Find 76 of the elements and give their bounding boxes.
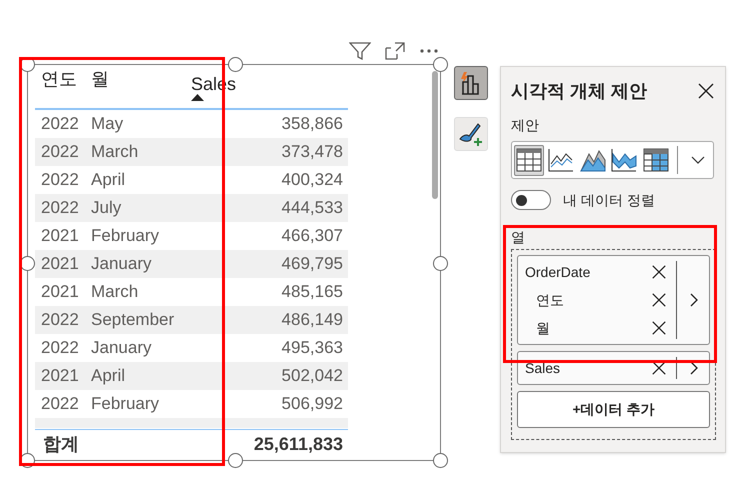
focus-mode-icon[interactable] <box>385 42 405 60</box>
line-chart-icon <box>548 148 574 172</box>
toggle-switch[interactable] <box>511 190 551 210</box>
table-cell-text: February <box>90 393 160 416</box>
sort-ascending-icon <box>191 94 204 101</box>
section-label: 제안 <box>511 116 540 135</box>
table-cell-text: 2022 <box>40 169 80 192</box>
chevron-right-icon[interactable] <box>689 360 699 376</box>
add-data-button[interactable]: +데이터 추가 <box>517 391 710 428</box>
field-card[interactable]: OrderDate 연도 월 <box>517 255 710 345</box>
format-visual-button[interactable] <box>454 117 488 151</box>
total-value: 25,611,833 <box>252 432 344 456</box>
table-cell-text: 485,165 <box>280 281 344 304</box>
table-cell-text: 466,307 <box>280 225 344 248</box>
chevron-down-icon <box>690 155 706 165</box>
field-name: OrderDate <box>525 262 590 282</box>
table-cell-text: 2021 <box>40 365 80 388</box>
column-header[interactable]: 연도 <box>35 65 85 108</box>
table-cell-text: 502,042 <box>280 365 344 388</box>
field-name: Sales <box>525 358 560 378</box>
table-cell-text: 444,533 <box>280 197 344 220</box>
table-cell-text: 506,992 <box>280 393 344 416</box>
remove-field-icon[interactable] <box>651 320 667 336</box>
table-icon <box>516 148 542 172</box>
table-cell-text: January <box>90 253 152 276</box>
well-label: 열 <box>511 229 526 245</box>
table-cell-text: 2022 <box>40 337 80 360</box>
chevron-right-icon[interactable] <box>689 292 699 308</box>
field-card[interactable]: Sales <box>517 351 710 385</box>
table-cell-text: July <box>90 197 122 220</box>
table-cell-text: April <box>90 169 126 192</box>
table-cell-text: September <box>90 309 176 332</box>
remove-field-icon[interactable] <box>651 360 667 376</box>
scrollbar-thumb[interactable] <box>432 71 438 199</box>
table-cell-text: April <box>90 365 126 388</box>
remove-field-icon[interactable] <box>651 264 667 280</box>
matrix-icon <box>643 148 670 172</box>
suggest-visual-button[interactable] <box>454 66 488 100</box>
column-header[interactable]: 월 <box>85 65 185 108</box>
table-cell-text: January <box>90 337 152 360</box>
table-cell-text: 469,795 <box>280 253 344 276</box>
table-cell-text: 2022 <box>40 197 80 220</box>
total-label: 합계 <box>42 432 80 456</box>
table-cell-text: February <box>90 225 160 248</box>
table-cell-text: May <box>90 113 124 136</box>
table-cell-text: 2021 <box>40 253 80 276</box>
resize-handle[interactable] <box>433 57 448 72</box>
table-cell-text: 2022 <box>40 141 80 164</box>
table-cell-text: 2021 <box>40 225 80 248</box>
stacked-area-chart-icon <box>611 148 638 172</box>
table-cell-text: 373,478 <box>280 141 344 164</box>
field-name: 연도 <box>536 290 564 310</box>
more-options-icon[interactable] <box>419 48 439 54</box>
resize-handle[interactable] <box>433 256 448 271</box>
table-cell-text: 2022 <box>40 309 80 332</box>
visual-suggestion[interactable] <box>514 144 544 176</box>
table-cell-text: March <box>90 141 140 164</box>
field-name: 월 <box>536 318 550 338</box>
table-cell-text: March <box>90 281 140 304</box>
toggle-label: 내 데이터 정렬 <box>563 190 655 210</box>
table-cell-text: 495,363 <box>280 337 344 360</box>
resize-handle[interactable] <box>228 57 243 72</box>
table-cell-text: 486,149 <box>280 309 344 332</box>
resize-handle[interactable] <box>228 453 243 468</box>
close-icon[interactable] <box>697 82 715 100</box>
table-cell-text: 400,324 <box>280 169 344 192</box>
table-cell-text: 358,866 <box>280 113 344 136</box>
remove-field-icon[interactable] <box>651 292 667 308</box>
table-cell-text: 2021 <box>40 281 80 304</box>
filter-icon[interactable] <box>349 42 371 60</box>
pane-title: 시각적 개체 제안 <box>511 80 648 102</box>
paintbrush-plus-icon <box>458 121 484 147</box>
table-cell-text: 2022 <box>40 113 80 136</box>
table-cell-text: 2022 <box>40 393 80 416</box>
resize-handle[interactable] <box>433 453 448 468</box>
area-chart-icon <box>580 148 606 172</box>
